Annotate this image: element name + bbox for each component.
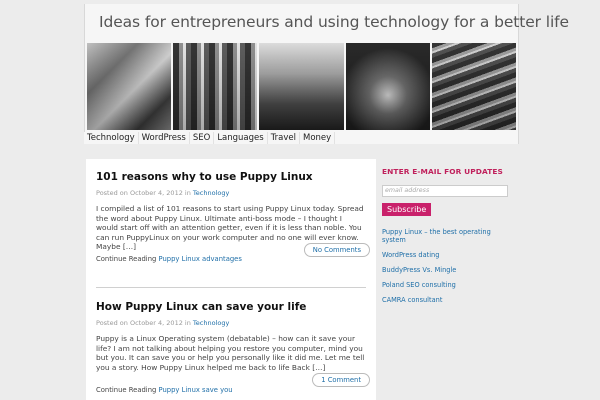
comments-button[interactable]: No Comments [303, 243, 370, 257]
post: How Puppy Linux can save your life Poste… [96, 301, 370, 372]
sidebar-link[interactable]: BuddyPress Vs. Mingle [382, 266, 502, 274]
sidebar-link[interactable]: CAMRA consultant [382, 296, 502, 304]
header-banner [87, 43, 517, 130]
continue-reading-label: Continue Reading [96, 386, 157, 394]
continue-reading: Continue Reading Puppy Linux save you [96, 386, 233, 394]
sidebar-link[interactable]: Poland SEO consulting [382, 281, 502, 289]
nav-item-travel[interactable]: Travel [267, 132, 300, 144]
email-field[interactable]: email address [382, 185, 508, 197]
post-date: Posted on October 4, 2012 in [96, 319, 191, 327]
continue-reading: Continue Reading Puppy Linux advantages [96, 255, 242, 263]
sidebar: ENTER E-MAIL FOR UPDATES email address S… [382, 167, 517, 311]
post: 101 reasons why to use Puppy Linux Poste… [96, 171, 370, 252]
header: Ideas for entrepreneurs and using techno… [84, 4, 569, 144]
site-title[interactable]: Ideas for entrepreneurs and using techno… [99, 13, 569, 31]
banner-photo-4 [345, 43, 430, 130]
post-category-link[interactable]: Technology [193, 189, 229, 197]
post-meta: Posted on October 4, 2012 in Technology [96, 319, 370, 327]
comments-button[interactable]: 1 Comment [312, 373, 370, 387]
main-content: 101 reasons why to use Puppy Linux Poste… [86, 159, 376, 400]
continue-reading-link[interactable]: Puppy Linux advantages [158, 255, 241, 263]
post-meta: Posted on October 4, 2012 in Technology [96, 189, 370, 197]
banner-photo-1 [87, 43, 172, 130]
post-category-link[interactable]: Technology [193, 319, 229, 327]
subscribe-button[interactable]: Subscribe [382, 203, 432, 216]
post-excerpt: Puppy is a Linux Operating system (debat… [96, 334, 365, 372]
recent-posts-list: Puppy Linux – the best operating system … [382, 228, 517, 304]
banner-photo-2 [173, 43, 258, 130]
post-title[interactable]: 101 reasons why to use Puppy Linux [96, 171, 370, 183]
continue-reading-label: Continue Reading [96, 255, 157, 263]
banner-photo-5 [431, 43, 517, 130]
nav-item-languages[interactable]: Languages [214, 132, 268, 144]
post-title[interactable]: How Puppy Linux can save your life [96, 301, 370, 313]
nav-item-money[interactable]: Money [299, 132, 336, 144]
nav-item-wordpress[interactable]: WordPress [138, 132, 190, 144]
subscribe-heading: ENTER E-MAIL FOR UPDATES [382, 167, 503, 176]
nav-item-seo[interactable]: SEO [189, 132, 215, 144]
sidebar-link[interactable]: WordPress dating [382, 251, 502, 259]
continue-reading-link[interactable]: Puppy Linux save you [158, 386, 232, 394]
banner-photo-3 [259, 43, 344, 130]
sidebar-link[interactable]: Puppy Linux – the best operating system [382, 228, 502, 244]
main-nav: Technology WordPress SEO Languages Trave… [84, 132, 517, 144]
nav-item-technology[interactable]: Technology [84, 132, 139, 144]
post-divider [96, 287, 366, 288]
post-date: Posted on October 4, 2012 in [96, 189, 191, 197]
